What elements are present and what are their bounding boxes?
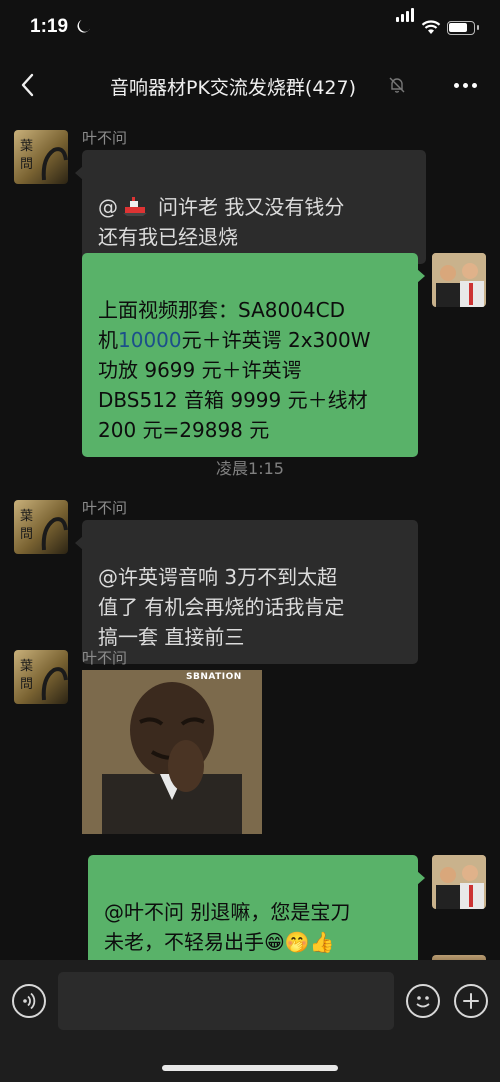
battery-icon [447, 21, 479, 35]
emoji-button[interactable] [406, 984, 440, 1018]
time-divider: 凌晨1:15 [216, 459, 284, 478]
status-time: 1:19 [30, 16, 69, 37]
svg-text:葉: 葉 [20, 659, 33, 674]
sticker-logo-text: SBNATION [186, 672, 242, 682]
plus-icon [463, 993, 479, 1009]
back-arrow-icon[interactable] [18, 72, 38, 98]
mention-at: @ [98, 195, 118, 219]
message-bubble[interactable]: @叶不问 别退嘛，您是宝刀 未老，不轻易出手😁🤭👍 [88, 855, 425, 969]
phone-number-link[interactable]: 10000 [118, 328, 182, 352]
more-functions-button[interactable] [454, 984, 488, 1018]
chat-title: 音响器材PK交流发烧群(427) [110, 77, 357, 99]
mute-bell-icon [389, 77, 405, 93]
svg-text:葉: 葉 [20, 509, 33, 524]
message-text: @许英谔音响 3万不到太超 值了 有机会再烧的话我肯定 搞一套 直接前三 [98, 565, 345, 649]
smiley-icon [416, 996, 430, 1008]
svg-text:問: 問 [20, 677, 33, 692]
message-bubble[interactable]: 上面视频那套：SA8004CD 机10000元＋许英谔 2x300W 功放 96… [82, 253, 425, 457]
message-bubble[interactable]: @ 问许老 我又没有钱分 还有我已经退烧 [75, 150, 426, 264]
status-bar: 1:19 [0, 0, 500, 58]
voice-input-button[interactable] [12, 984, 46, 1018]
svg-text:問: 問 [20, 527, 33, 542]
home-indicator[interactable] [162, 1065, 338, 1071]
avatar[interactable] [432, 253, 486, 307]
sender-name: 叶不问 [82, 499, 128, 517]
wifi-icon [421, 20, 441, 34]
svg-text:葉: 葉 [20, 139, 33, 154]
nav-bar: 音响器材PK交流发烧群(427) [0, 58, 500, 112]
svg-text:問: 問 [20, 157, 33, 172]
message-bubble[interactable]: @许英谔音响 3万不到太超 值了 有机会再烧的话我肯定 搞一套 直接前三 [75, 520, 418, 664]
avatar[interactable] [432, 855, 486, 909]
message-text: @叶不问 别退嘛，您是宝刀 未老，不轻易出手😁🤭👍 [104, 900, 351, 954]
avatar[interactable]: 葉問 [14, 130, 68, 184]
input-bar [0, 960, 500, 1082]
ship-emoji-icon [123, 197, 147, 216]
moon-icon [77, 20, 90, 33]
message-input[interactable] [58, 972, 394, 1030]
sticker-image[interactable]: SBNATION [82, 670, 262, 834]
voice-icon [23, 992, 36, 1010]
avatar[interactable]: 葉問 [14, 500, 68, 554]
more-icon[interactable] [452, 74, 480, 96]
sender-name: 叶不问 [82, 649, 128, 667]
sender-name: 叶不问 [82, 129, 128, 147]
avatar[interactable]: 葉問 [14, 650, 68, 704]
